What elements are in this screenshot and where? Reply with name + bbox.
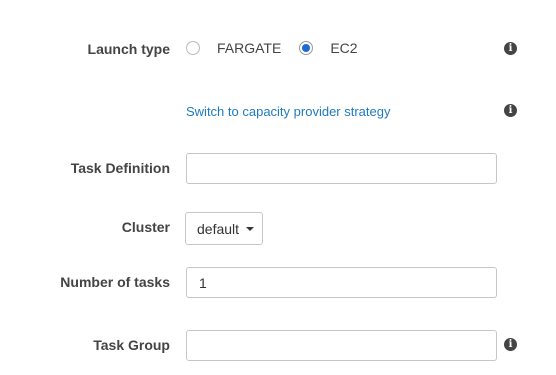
ec2-radio-label[interactable]: EC2 xyxy=(330,40,357,56)
cluster-selected-value: default xyxy=(197,220,240,237)
cluster-label: Cluster xyxy=(121,219,170,235)
task-group-label: Task Group xyxy=(93,337,170,353)
info-icon[interactable]: i xyxy=(504,42,517,55)
cluster-dropdown[interactable]: default xyxy=(185,212,263,245)
info-icon[interactable]: i xyxy=(504,104,517,117)
launch-type-label: Launch type xyxy=(87,41,170,57)
ec2-radio[interactable] xyxy=(299,41,314,55)
task-group-input[interactable] xyxy=(186,330,497,361)
number-of-tasks-label: Number of tasks xyxy=(60,274,170,290)
switch-capacity-provider-link[interactable]: Switch to capacity provider strategy xyxy=(186,104,390,119)
task-definition-label: Task Definition xyxy=(70,160,170,176)
number-of-tasks-input[interactable] xyxy=(186,267,497,298)
launch-type-radio-group: FARGATE EC2 xyxy=(186,40,358,56)
fargate-radio[interactable] xyxy=(186,41,200,55)
task-definition-input[interactable] xyxy=(186,153,497,184)
caret-down-icon xyxy=(246,226,255,231)
fargate-radio-label[interactable]: FARGATE xyxy=(217,40,281,56)
info-icon[interactable]: i xyxy=(504,338,517,351)
